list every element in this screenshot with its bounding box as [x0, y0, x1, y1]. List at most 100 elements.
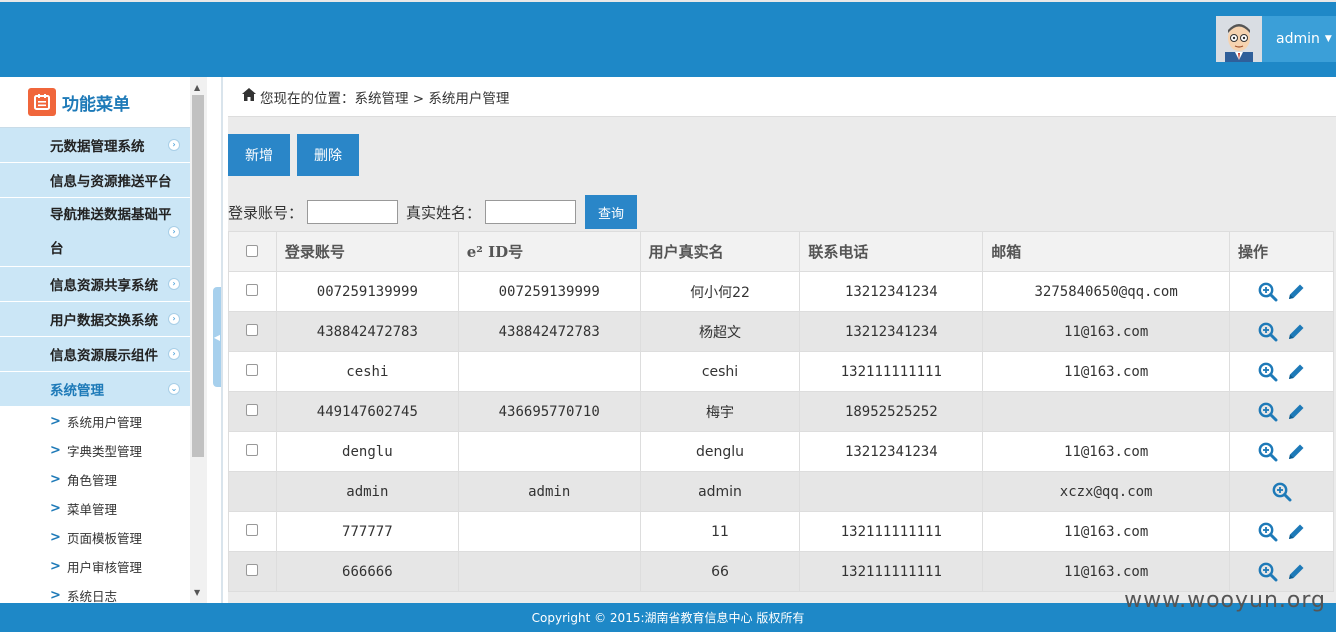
- sub-item-dictionary-types[interactable]: > 字典类型管理: [0, 436, 190, 465]
- realname-cell: 梅宇: [639, 391, 801, 432]
- column-header: 登录账号: [275, 231, 459, 272]
- sub-item-roles[interactable]: > 角色管理: [0, 465, 190, 494]
- operations-cell: [1229, 431, 1334, 472]
- nav-item-push-platform[interactable]: 信息与资源推送平台: [0, 163, 190, 198]
- row-checkbox[interactable]: [246, 563, 259, 576]
- row-checkbox[interactable]: [246, 403, 259, 416]
- realname-cell: admin: [639, 471, 801, 512]
- search-bar: 登录账号： 真实姓名：: [228, 195, 584, 229]
- chevron-down-icon: ⌄: [168, 383, 180, 395]
- column-header: 联系电话: [799, 231, 984, 272]
- menu-title: 功能菜单: [62, 94, 130, 115]
- sidebar-scrollbar[interactable]: ▲ ▼: [190, 77, 207, 603]
- checkbox-cell: [228, 391, 277, 432]
- edit-pencil-icon[interactable]: [1286, 362, 1306, 382]
- collapse-sidebar-handle[interactable]: ◀: [213, 287, 221, 387]
- nav-item-exchange-system[interactable]: 用户数据交换系统 ›: [0, 302, 190, 337]
- phone-cell: 13212341234: [799, 311, 984, 352]
- realname-cell: 66: [639, 551, 801, 592]
- arrow-right-icon: >: [50, 588, 61, 603]
- realname-cell: 何小何22: [639, 271, 801, 312]
- user-menu[interactable]: admin ▼: [1216, 16, 1336, 62]
- row-checkbox[interactable]: [246, 283, 259, 296]
- checkbox-cell: [228, 311, 277, 352]
- view-zoom-icon[interactable]: [1258, 522, 1278, 542]
- phone-cell: 18952525252: [799, 391, 984, 432]
- eid-cell: 436695770710: [457, 391, 641, 432]
- table-row: denglu denglu 13212341234 11@163.com: [228, 431, 1334, 472]
- operations-cell: [1229, 271, 1334, 312]
- column-header: e² ID号: [457, 231, 641, 272]
- row-checkbox[interactable]: [246, 363, 259, 376]
- table-row: 438842472783 438842472783 杨超文 13212341234 11…: [228, 311, 1334, 352]
- table-row: 777777 11 132111111111 11@163.com: [228, 511, 1334, 552]
- view-zoom-icon[interactable]: [1258, 322, 1278, 342]
- operations-cell: [1229, 471, 1334, 512]
- account-search-input[interactable]: [307, 200, 399, 224]
- table-row: 666666 66 132111111111 11@163.com: [228, 551, 1334, 592]
- chevron-right-icon: ›: [168, 278, 180, 290]
- scroll-up-icon[interactable]: ▲: [194, 83, 200, 92]
- edit-pencil-icon[interactable]: [1286, 562, 1306, 582]
- edit-pencil-icon[interactable]: [1286, 442, 1306, 462]
- name-search-input[interactable]: [485, 200, 577, 224]
- nav-item-system-management[interactable]: 系统管理 ⌄: [0, 372, 190, 407]
- select-all-header: [228, 231, 277, 272]
- sub-item-label: 菜单管理: [67, 502, 118, 517]
- home-icon: [242, 88, 256, 105]
- add-button[interactable]: 新增: [228, 134, 290, 176]
- view-zoom-icon[interactable]: [1272, 482, 1292, 502]
- view-zoom-icon[interactable]: [1258, 402, 1278, 422]
- checkbox-cell: [228, 351, 277, 392]
- scroll-down-icon[interactable]: ▼: [194, 588, 200, 597]
- nav-item-sharing-system[interactable]: 信息资源共享系统 ›: [0, 267, 190, 302]
- sub-item-user-management[interactable]: > 系统用户管理: [0, 407, 190, 436]
- row-checkbox[interactable]: [246, 443, 259, 456]
- nav-item-display-components[interactable]: 信息资源展示组件 ›: [0, 337, 190, 372]
- email-cell: 11@163.com: [982, 311, 1231, 352]
- sub-item-label: 系统日志: [67, 589, 118, 603]
- sub-item-system-log[interactable]: > 系统日志: [0, 581, 190, 603]
- select-all-checkbox[interactable]: [246, 244, 259, 257]
- view-zoom-icon[interactable]: [1258, 362, 1278, 382]
- table-row: 007259139999 007259139999 何小何22 13212341234…: [228, 271, 1334, 312]
- edit-pencil-icon[interactable]: [1286, 322, 1306, 342]
- checkbox-cell: [228, 431, 277, 472]
- view-zoom-icon[interactable]: [1258, 562, 1278, 582]
- edit-pencil-icon[interactable]: [1286, 282, 1306, 302]
- account-cell: 449147602745: [275, 391, 459, 432]
- phone-cell: 132111111111: [799, 551, 984, 592]
- operations-cell: [1229, 551, 1334, 592]
- caret-down-icon: ▼: [1324, 34, 1332, 44]
- chevron-right-icon: ›: [168, 348, 180, 360]
- view-zoom-icon[interactable]: [1258, 282, 1278, 302]
- email-cell: 11@163.com: [982, 551, 1231, 592]
- table-row: 449147602745 436695770710 梅宇 18952525252: [228, 391, 1334, 432]
- view-zoom-icon[interactable]: [1258, 442, 1278, 462]
- calendar-menu-icon: [28, 88, 56, 116]
- sub-item-label: 用户审核管理: [67, 560, 143, 575]
- delete-button[interactable]: 删除: [297, 134, 359, 176]
- account-cell: denglu: [275, 431, 459, 472]
- row-checkbox[interactable]: [246, 523, 259, 536]
- sub-item-label: 字典类型管理: [67, 444, 143, 459]
- sub-item-page-templates[interactable]: > 页面模板管理: [0, 523, 190, 552]
- sub-item-user-review[interactable]: > 用户审核管理: [0, 552, 190, 581]
- nav-item-metadata[interactable]: 元数据管理系统 ›: [0, 128, 190, 163]
- eid-cell: admin: [457, 471, 641, 512]
- query-button[interactable]: 查询: [585, 195, 637, 229]
- sub-item-menus[interactable]: > 菜单管理: [0, 494, 190, 523]
- nav-item-navigation-platform[interactable]: 导航推送数据基础平台 ›: [0, 198, 190, 267]
- row-checkbox[interactable]: [246, 323, 259, 336]
- account-cell: ceshi: [275, 351, 459, 392]
- arrow-right-icon: >: [50, 559, 61, 574]
- sub-item-label: 系统用户管理: [67, 415, 143, 430]
- nav-item-label: 导航推送数据基础平台: [50, 207, 172, 257]
- edit-pencil-icon[interactable]: [1286, 402, 1306, 422]
- scroll-thumb[interactable]: [192, 95, 204, 457]
- edit-pencil-icon[interactable]: [1286, 522, 1306, 542]
- operations-cell: [1229, 391, 1334, 432]
- operations-cell: [1229, 511, 1334, 552]
- sub-item-label: 角色管理: [67, 473, 118, 488]
- realname-cell: 11: [639, 511, 801, 552]
